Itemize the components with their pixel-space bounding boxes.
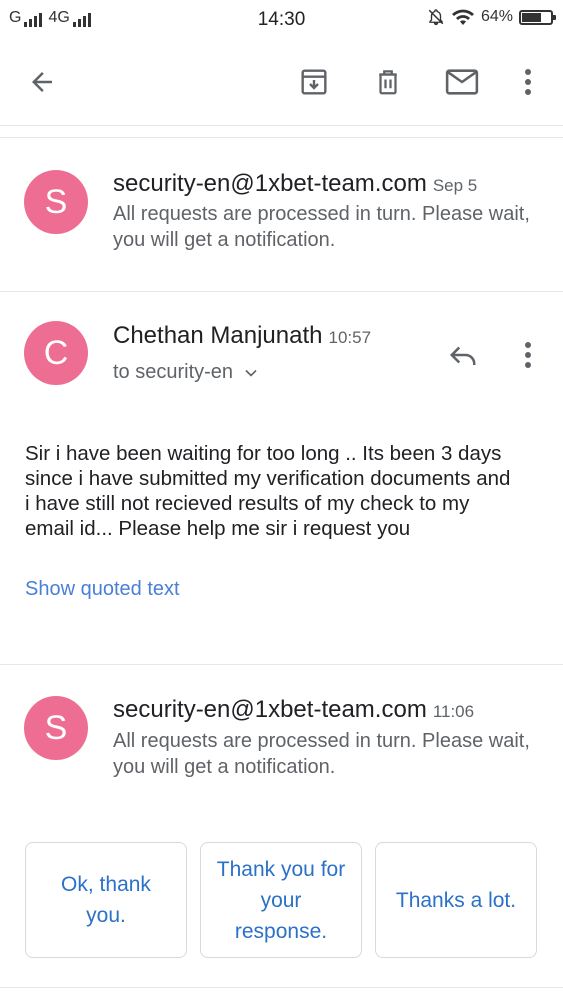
divider <box>0 125 563 126</box>
avatar: C <box>24 321 88 385</box>
back-arrow-icon[interactable] <box>20 60 64 104</box>
sender-name: security-en@1xbet-team.com <box>113 696 427 723</box>
avatar: S <box>24 170 88 234</box>
toolbar <box>0 40 563 124</box>
sender-name: security-en@1xbet-team.com <box>113 170 427 197</box>
divider <box>0 664 563 665</box>
wifi-icon <box>451 9 474 25</box>
smart-reply-chip[interactable]: Ok, thank you. <box>25 842 187 958</box>
divider <box>0 137 563 138</box>
message-date: Sep 5 <box>432 176 478 195</box>
show-quoted-text-link[interactable]: Show quoted text <box>25 578 180 601</box>
status-bar: G 4G 14:30 64% <box>0 0 563 40</box>
sender-name: Chethan Manjunath <box>113 322 323 349</box>
recipient-details-toggle[interactable]: to security-en <box>113 361 261 384</box>
delete-icon[interactable] <box>366 60 410 104</box>
more-vert-icon[interactable] <box>506 60 550 104</box>
battery-icon <box>519 9 556 25</box>
recipient-label: to security-en <box>113 361 234 383</box>
avatar: S <box>24 696 88 760</box>
message-time: 11:06 <box>432 702 475 721</box>
message-more-icon[interactable] <box>506 333 550 377</box>
chevron-down-icon <box>245 369 257 377</box>
smart-reply-chip[interactable]: Thank you for your response. <box>200 842 362 958</box>
message-snippet: All requests are processed in turn. Plea… <box>113 203 530 251</box>
battery-percent: 64% <box>480 8 513 25</box>
archive-icon[interactable] <box>292 60 336 104</box>
message-time: 10:57 <box>328 328 372 347</box>
reply-icon[interactable] <box>441 333 485 377</box>
smart-reply-chip[interactable]: Thanks a lot. <box>375 842 537 958</box>
divider <box>0 291 563 292</box>
mute-bell-icon <box>428 9 444 26</box>
message-body: Sir i have been waiting for too long .. … <box>25 442 511 540</box>
mark-unread-icon[interactable] <box>440 60 484 104</box>
divider <box>0 987 563 988</box>
message-snippet: All requests are processed in turn. Plea… <box>113 730 530 778</box>
